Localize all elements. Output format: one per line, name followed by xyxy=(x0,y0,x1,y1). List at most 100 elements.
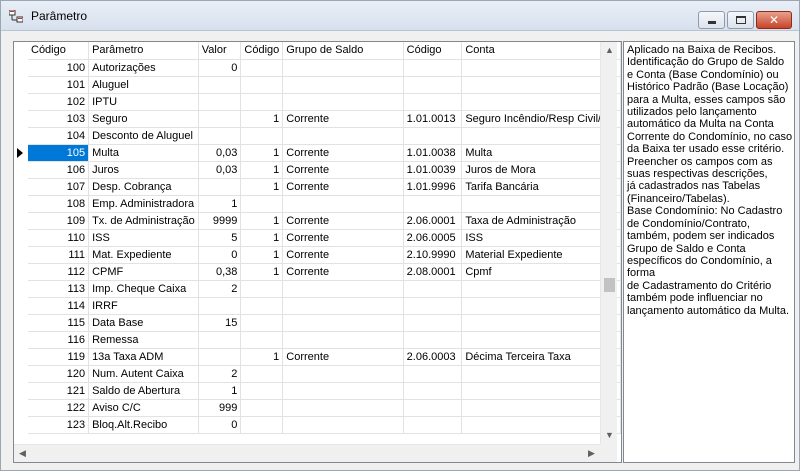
column-header-codigo-grupo[interactable]: Código xyxy=(240,42,284,60)
cell-grupo-de-saldo[interactable]: Corrente xyxy=(282,212,404,230)
table-row[interactable]: 120 Num. Autent Caixa 2 xyxy=(28,365,621,383)
cell-conta[interactable]: Seguro Incêndio/Resp Civil/Etc xyxy=(461,110,621,128)
cell-valor[interactable] xyxy=(198,93,242,111)
cell-codigo-conta[interactable] xyxy=(403,314,463,332)
column-header-grupo-de-saldo[interactable]: Grupo de Saldo xyxy=(282,42,404,60)
cell-valor[interactable] xyxy=(198,110,242,128)
table-row[interactable]: 105 Multa 0,03 1 Corrente 1.01.0038 Multa xyxy=(28,144,621,162)
cell-codigo-grupo[interactable] xyxy=(240,76,284,94)
cell-valor[interactable]: 0 xyxy=(198,246,242,264)
cell-parametro[interactable]: Remessa xyxy=(88,331,199,349)
cell-parametro[interactable]: ISS xyxy=(88,229,199,247)
cell-valor[interactable] xyxy=(198,348,242,366)
cell-valor[interactable]: 0 xyxy=(198,59,242,77)
table-row[interactable]: 106 Juros 0,03 1 Corrente 1.01.0039 Juros de M… xyxy=(28,161,621,179)
cell-codigo[interactable]: 107 xyxy=(28,178,90,196)
cell-conta[interactable]: Tarifa Bancária xyxy=(461,178,621,196)
cell-codigo-conta[interactable] xyxy=(403,127,463,145)
cell-valor[interactable]: 2 xyxy=(198,365,242,383)
cell-codigo-grupo[interactable] xyxy=(240,93,284,111)
cell-codigo-grupo[interactable]: 1 xyxy=(240,229,284,247)
table-row[interactable]: 115 Data Base 15 xyxy=(28,314,621,332)
cell-grupo-de-saldo[interactable] xyxy=(282,382,404,400)
cell-grupo-de-saldo[interactable] xyxy=(282,127,404,145)
cell-conta[interactable]: Cpmf xyxy=(461,263,621,281)
cell-conta[interactable] xyxy=(461,195,621,213)
table-row[interactable]: 122 Aviso C/C 999 xyxy=(28,399,621,417)
cell-conta[interactable]: Décima Terceira Taxa xyxy=(461,348,621,366)
cell-conta[interactable] xyxy=(461,76,621,94)
cell-valor[interactable]: 5 xyxy=(198,229,242,247)
cell-codigo-conta[interactable]: 2.06.0005 xyxy=(403,229,463,247)
cell-parametro[interactable]: Bloq.Alt.Recibo xyxy=(88,416,199,434)
cell-conta[interactable] xyxy=(461,416,621,434)
cell-codigo-grupo[interactable]: 1 xyxy=(240,161,284,179)
vertical-scroll-thumb[interactable] xyxy=(604,278,615,293)
cell-codigo-conta[interactable] xyxy=(403,399,463,417)
cell-grupo-de-saldo[interactable] xyxy=(282,297,404,315)
cell-parametro[interactable]: Autorizações xyxy=(88,59,199,77)
table-row[interactable]: 112 CPMF 0,38 1 Corrente 2.08.0001 Cpmf xyxy=(28,263,621,281)
table-row[interactable]: 101 Aluguel xyxy=(28,76,621,94)
cell-parametro[interactable]: Juros xyxy=(88,161,199,179)
cell-conta[interactable] xyxy=(461,93,621,111)
table-row[interactable]: 113 Imp. Cheque Caixa 2 xyxy=(28,280,621,298)
cell-parametro[interactable]: Tx. de Administração xyxy=(88,212,199,230)
cell-grupo-de-saldo[interactable] xyxy=(282,416,404,434)
cell-codigo-conta[interactable] xyxy=(403,382,463,400)
close-button[interactable]: ✕ xyxy=(756,11,792,29)
cell-valor[interactable]: 0 xyxy=(198,416,242,434)
cell-grupo-de-saldo[interactable]: Corrente xyxy=(282,178,404,196)
cell-conta[interactable] xyxy=(461,297,621,315)
cell-codigo-conta[interactable]: 1.01.0039 xyxy=(403,161,463,179)
cell-codigo-grupo[interactable] xyxy=(240,195,284,213)
cell-conta[interactable]: Multa xyxy=(461,144,621,162)
cell-codigo[interactable]: 108 xyxy=(28,195,90,213)
table-row[interactable]: 102 IPTU xyxy=(28,93,621,111)
cell-grupo-de-saldo[interactable]: Corrente xyxy=(282,263,404,281)
cell-codigo-conta[interactable]: 1.01.0013 xyxy=(403,110,463,128)
cell-grupo-de-saldo[interactable] xyxy=(282,93,404,111)
arrow-up-icon[interactable]: ▲ xyxy=(601,42,618,59)
cell-grupo-de-saldo[interactable] xyxy=(282,76,404,94)
cell-conta[interactable] xyxy=(461,280,621,298)
cell-valor[interactable]: 1 xyxy=(198,382,242,400)
column-header-codigo-conta[interactable]: Código xyxy=(403,42,463,60)
cell-grupo-de-saldo[interactable]: Corrente xyxy=(282,161,404,179)
cell-conta[interactable] xyxy=(461,365,621,383)
cell-codigo-grupo[interactable] xyxy=(240,59,284,77)
table-row[interactable]: 114 IRRF xyxy=(28,297,621,315)
cell-grupo-de-saldo[interactable] xyxy=(282,195,404,213)
cell-codigo[interactable]: 103 xyxy=(28,110,90,128)
cell-grupo-de-saldo[interactable] xyxy=(282,331,404,349)
cell-codigo-conta[interactable] xyxy=(403,331,463,349)
cell-grupo-de-saldo[interactable] xyxy=(282,399,404,417)
cell-codigo-grupo[interactable] xyxy=(240,314,284,332)
cell-parametro[interactable]: Data Base xyxy=(88,314,199,332)
column-header-codigo[interactable]: Código xyxy=(28,42,90,60)
table-row[interactable]: 109 Tx. de Administração 9999 1 Corrente 2.06… xyxy=(28,212,621,230)
table-row[interactable]: 119 13a Taxa ADM 1 Corrente 2.06.0003 Décima … xyxy=(28,348,621,366)
cell-codigo-conta[interactable] xyxy=(403,59,463,77)
cell-codigo[interactable]: 104 xyxy=(28,127,90,145)
table-row[interactable]: 108 Emp. Administradora 1 xyxy=(28,195,621,213)
cell-grupo-de-saldo[interactable] xyxy=(282,314,404,332)
cell-codigo-grupo[interactable] xyxy=(240,297,284,315)
cell-parametro[interactable]: 13a Taxa ADM xyxy=(88,348,199,366)
table-row[interactable]: 121 Saldo de Abertura 1 xyxy=(28,382,621,400)
cell-codigo[interactable]: 119 xyxy=(28,348,90,366)
cell-conta[interactable] xyxy=(461,382,621,400)
cell-codigo-conta[interactable] xyxy=(403,76,463,94)
cell-codigo[interactable]: 102 xyxy=(28,93,90,111)
cell-conta[interactable] xyxy=(461,331,621,349)
cell-valor[interactable]: 0,38 xyxy=(198,263,242,281)
cell-codigo[interactable]: 100 xyxy=(28,59,90,77)
cell-codigo-conta[interactable]: 2.10.9990 xyxy=(403,246,463,264)
cell-parametro[interactable]: Aluguel xyxy=(88,76,199,94)
cell-conta[interactable] xyxy=(461,59,621,77)
table-row[interactable]: 103 Seguro 1 Corrente 1.01.0013 Seguro Incênd… xyxy=(28,110,621,128)
cell-valor[interactable]: 0,03 xyxy=(198,161,242,179)
cell-codigo-grupo[interactable]: 1 xyxy=(240,110,284,128)
cell-grupo-de-saldo[interactable]: Corrente xyxy=(282,110,404,128)
cell-grupo-de-saldo[interactable]: Corrente xyxy=(282,348,404,366)
